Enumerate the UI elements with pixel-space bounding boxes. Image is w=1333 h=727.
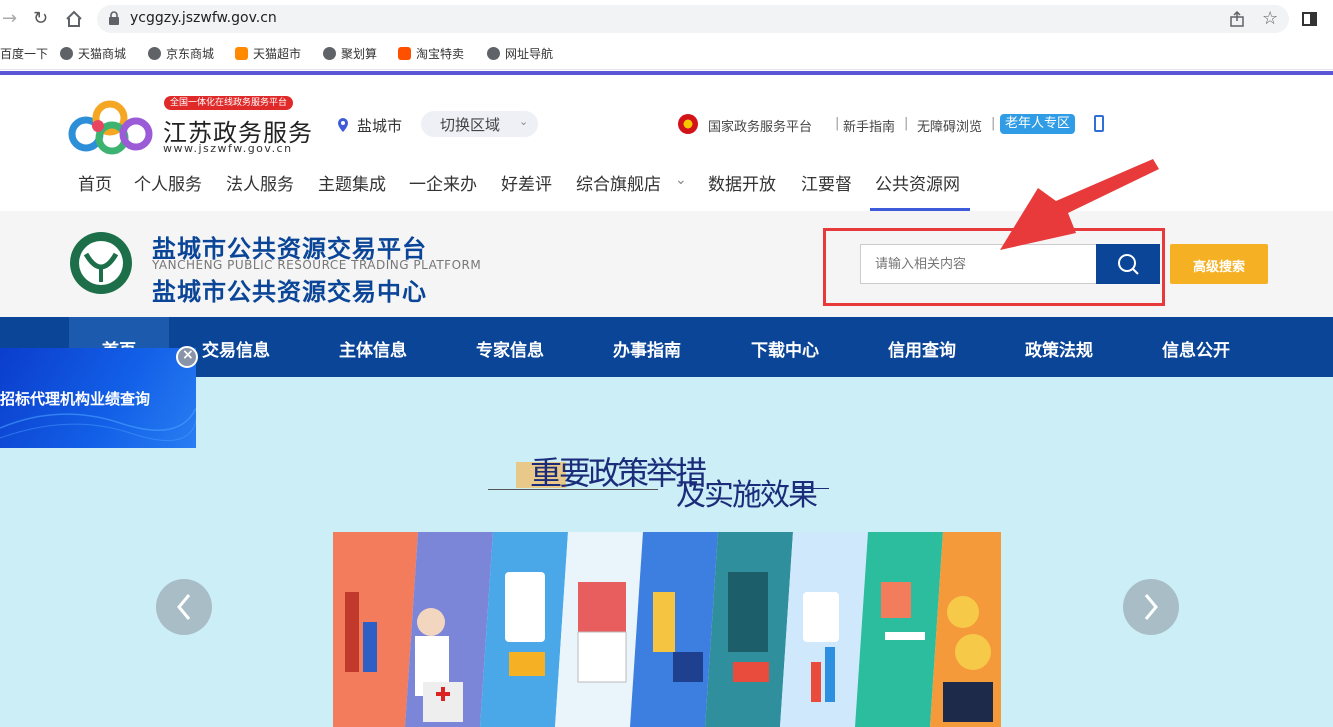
gov-nav-flagship[interactable]: 综合旗舰店 bbox=[576, 170, 661, 195]
gov-nav-theme[interactable]: 主题集成 bbox=[318, 170, 386, 195]
platform-nav-trade-info[interactable]: 交易信息 bbox=[202, 336, 270, 361]
elder-zone-button[interactable]: 老年人专区 bbox=[1000, 114, 1076, 134]
logo-badge: 全国一体化在线政务服务平台 bbox=[164, 96, 294, 110]
platform-nav-guide[interactable]: 办事指南 bbox=[613, 336, 681, 361]
bookmark-tmall-market[interactable]: 天猫超市 bbox=[235, 45, 301, 62]
bookmark-juhuasuan[interactable]: 聚划算 bbox=[323, 45, 377, 62]
platform-nav-download[interactable]: 下载中心 bbox=[751, 336, 819, 361]
globe-icon bbox=[60, 47, 73, 60]
carousel-prev-button[interactable] bbox=[156, 579, 212, 635]
separator: | bbox=[991, 116, 996, 131]
globe-icon bbox=[487, 47, 500, 60]
annotation-arrow bbox=[1000, 159, 1159, 250]
bookmark-taobao-sale[interactable]: 淘宝特卖 bbox=[398, 45, 464, 62]
bookmark-label: 网址导航 bbox=[505, 47, 554, 61]
chevron-right-icon bbox=[1141, 593, 1161, 621]
gov-nav-legal-person[interactable]: 法人服务 bbox=[226, 170, 294, 195]
bookmark-label: 京东商城 bbox=[166, 47, 215, 61]
heading-rule-right bbox=[793, 488, 829, 489]
platform-nav-subject-info[interactable]: 主体信息 bbox=[339, 336, 407, 361]
bookmark-tmall[interactable]: 天猫商城 bbox=[60, 45, 126, 62]
bookmark-label: 百度一下 bbox=[0, 47, 49, 61]
forward-icon[interactable]: → bbox=[2, 9, 17, 29]
bookmark-label: 天猫商城 bbox=[78, 47, 127, 61]
advanced-search-label: 高级搜索 bbox=[1192, 260, 1245, 275]
platform-subtitle: 盐城市公共资源交易中心 bbox=[152, 278, 427, 306]
reload-icon[interactable]: ↻ bbox=[33, 9, 48, 29]
bookmark-url-nav[interactable]: 网址导航 bbox=[487, 45, 553, 62]
platform-nav-disclosure[interactable]: 信息公开 bbox=[1162, 336, 1230, 361]
accessibility-link[interactable]: 无障碍浏览 bbox=[917, 116, 982, 135]
chevron-down-icon: ⌄ bbox=[519, 115, 529, 128]
national-emblem-icon bbox=[678, 114, 698, 134]
chevron-left-icon bbox=[174, 593, 194, 621]
bookmark-label: 天猫超市 bbox=[253, 47, 302, 61]
carousel-image[interactable] bbox=[333, 532, 1001, 727]
gov-nav-one-enterprise[interactable]: 一企来办 bbox=[409, 170, 477, 195]
bookmark-label: 聚划算 bbox=[341, 47, 378, 61]
gov-nav-personal[interactable]: 个人服务 bbox=[134, 170, 202, 195]
separator: | bbox=[904, 116, 909, 131]
globe-icon bbox=[148, 47, 161, 60]
chevron-down-icon: ⌄ bbox=[675, 172, 687, 188]
platform-nav-credit[interactable]: 信用查询 bbox=[888, 336, 956, 361]
platform-title-en: YANCHENG PUBLIC RESOURCE TRADING PLATFOR… bbox=[152, 258, 482, 272]
gov-nav-open-data[interactable]: 数据开放 bbox=[708, 170, 776, 195]
banner-heading: 重要政策举措 及实施效果 bbox=[488, 440, 833, 513]
gov-nav-supervision[interactable]: 江要督 bbox=[801, 170, 852, 195]
home-icon[interactable] bbox=[64, 9, 84, 29]
bookmark-label: 淘宝特卖 bbox=[416, 47, 465, 61]
banner-heading-line2: 及实施效果 bbox=[676, 478, 818, 513]
url-text: ycggzy.jszwfw.gov.cn bbox=[130, 10, 277, 26]
carousel-next-button[interactable] bbox=[1123, 579, 1179, 635]
side-panel-icon[interactable] bbox=[1302, 12, 1317, 26]
gov-nav-public-resource[interactable]: 公共资源网 bbox=[875, 170, 960, 195]
tmall-icon bbox=[235, 47, 248, 60]
floating-ad-label: 招标代理机构业绩查询 bbox=[0, 390, 151, 408]
bookmark-baidu[interactable]: 百度一下 bbox=[0, 45, 48, 62]
mobile-icon[interactable] bbox=[1094, 115, 1104, 132]
switch-region-button[interactable]: 切换区域 ⌄ bbox=[421, 111, 538, 137]
jszwfw-logo-icon[interactable] bbox=[66, 96, 160, 158]
floating-ad-close-button[interactable]: × bbox=[176, 346, 198, 368]
yancheng-emblem-icon[interactable] bbox=[68, 230, 134, 296]
logo-domain: www.jszwfw.gov.cn bbox=[163, 142, 293, 155]
platform-nav-policy[interactable]: 政策法规 bbox=[1025, 336, 1093, 361]
bookmark-jd[interactable]: 京东商城 bbox=[148, 45, 214, 62]
gov-nav-evaluation[interactable]: 好差评 bbox=[501, 170, 552, 195]
newbie-guide-link[interactable]: 新手指南 bbox=[843, 116, 895, 135]
floating-ad[interactable]: 招标代理机构业绩查询 bbox=[0, 348, 196, 448]
platform-nav-expert-info[interactable]: 专家信息 bbox=[476, 336, 544, 361]
page-top-accent-line bbox=[0, 71, 1333, 75]
location-pin-icon bbox=[338, 117, 348, 132]
switch-region-label: 切换区域 bbox=[440, 116, 501, 134]
advanced-search-button[interactable]: 高级搜索 bbox=[1170, 244, 1268, 284]
browser-toolbar: → ↻ ycggzy.jszwfw.gov.cn ☆ bbox=[0, 0, 1333, 38]
gov-nav-home[interactable]: 首页 bbox=[78, 170, 112, 195]
lock-icon bbox=[108, 11, 120, 26]
separator: | bbox=[835, 116, 840, 131]
bookmark-star-icon[interactable]: ☆ bbox=[1262, 8, 1278, 29]
close-icon: × bbox=[182, 347, 194, 363]
share-icon[interactable] bbox=[1229, 10, 1245, 27]
city-label: 盐城市 bbox=[357, 117, 403, 135]
taobao-icon bbox=[398, 47, 411, 60]
national-platform-link[interactable]: 国家政务服务平台 bbox=[708, 116, 812, 135]
globe-icon bbox=[323, 47, 336, 60]
